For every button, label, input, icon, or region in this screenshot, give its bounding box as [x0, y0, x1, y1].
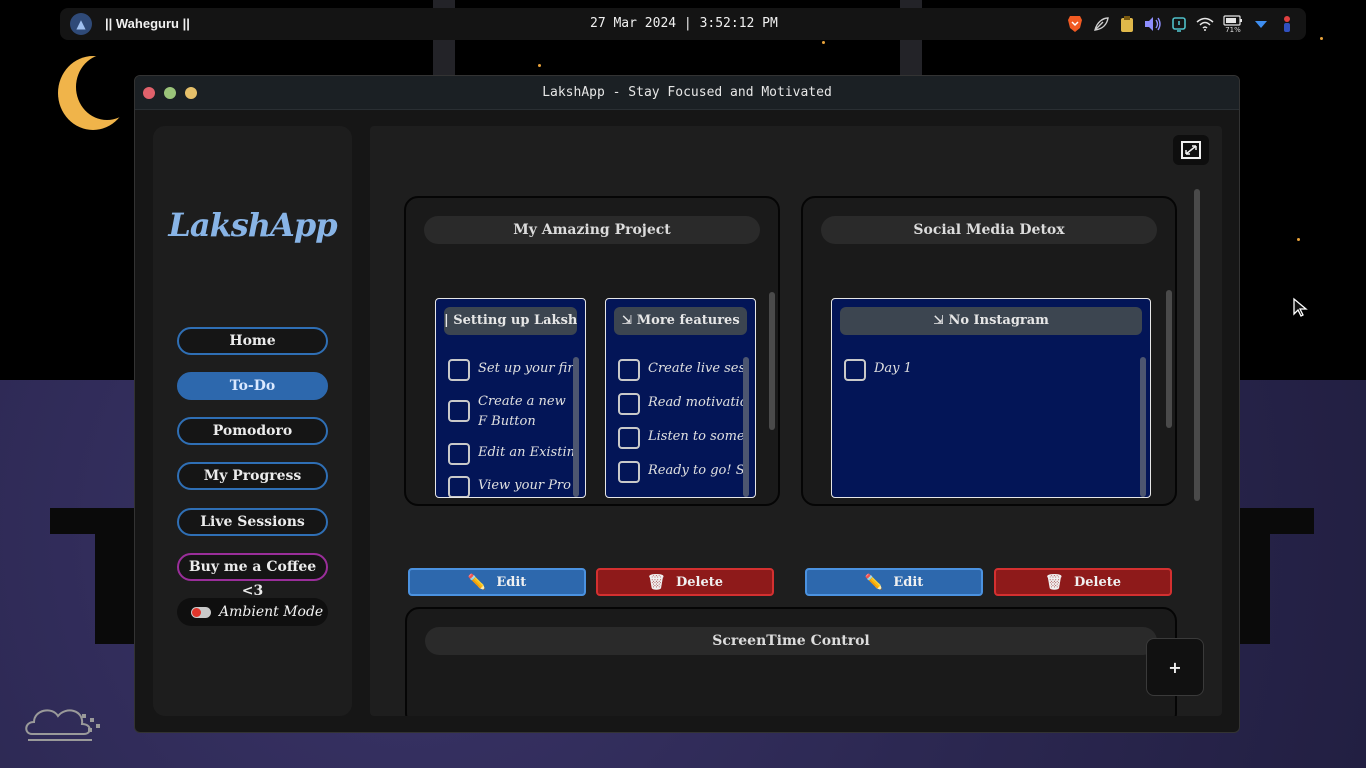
project-card: ScreenTime Control — [405, 607, 1177, 716]
wifi-icon[interactable] — [1196, 14, 1214, 34]
project-card: My Amazing Project | Setting up LakshAp … — [404, 196, 780, 506]
project-title: ScreenTime Control — [425, 627, 1157, 655]
delete-project-button[interactable]: 🗑 Delete — [596, 568, 774, 596]
battery-icon[interactable]: 71% — [1222, 14, 1244, 34]
nav-live-sessions-button[interactable]: Live Sessions — [177, 508, 328, 536]
fullscreen-button[interactable] — [1173, 135, 1209, 165]
volume-icon[interactable] — [1144, 14, 1162, 34]
pencil-icon: ✏️ — [864, 573, 884, 591]
star-dot — [1320, 37, 1323, 40]
system-tray: 71% — [1066, 13, 1296, 35]
project-card: Social Media Detox ⇲ No Instagram Day 1 — [801, 196, 1177, 506]
moon-icon — [76, 54, 138, 120]
project-title: My Amazing Project — [424, 216, 760, 244]
card-scrollbar[interactable] — [1166, 290, 1172, 428]
edit-project-button[interactable]: ✏️ Edit — [408, 568, 586, 596]
star-dot — [822, 41, 825, 44]
todo-list: ⇲ More features Create live sessi Read m… — [605, 298, 756, 498]
sidebar: LakshApp Home To-Do Pomodoro My Progress… — [153, 126, 352, 716]
checkbox[interactable] — [618, 393, 640, 415]
window-titlebar[interactable]: LakshApp - Stay Focused and Motivated — [135, 76, 1239, 110]
user-power-icon[interactable] — [1278, 14, 1296, 34]
ambient-mode-label: Ambient Mode — [219, 604, 324, 620]
list-item[interactable]: Read motivatio — [618, 393, 745, 415]
leaf-icon[interactable] — [1092, 14, 1110, 34]
list-item[interactable]: Edit an Existing — [448, 443, 575, 465]
trash-icon: 🗑 — [646, 573, 666, 591]
list-heading[interactable]: ⇲ No Instagram — [840, 307, 1142, 335]
checkbox[interactable] — [448, 400, 470, 422]
list-item[interactable]: View your Pro — [448, 476, 575, 497]
brave-browser-icon[interactable] — [1066, 14, 1084, 34]
star-dot — [538, 64, 541, 67]
toggle-switch-icon[interactable] — [191, 606, 211, 618]
todo-list: ⇲ No Instagram Day 1 — [831, 298, 1151, 498]
workspace-label[interactable]: || Waheguru || — [105, 16, 190, 31]
ambient-mode-toggle[interactable]: Ambient Mode — [177, 598, 328, 626]
fullscreen-icon — [1181, 141, 1201, 159]
checkbox[interactable] — [618, 359, 640, 381]
main-scrollbar[interactable] — [1194, 189, 1200, 501]
mouse-cursor-icon — [1293, 297, 1308, 317]
top-panel: ▲ || Waheguru || 27 Mar 2024 | 3:52:12 P… — [60, 8, 1306, 40]
list-item[interactable]: Day 1 — [844, 359, 1140, 381]
checkbox[interactable] — [618, 461, 640, 483]
list-heading[interactable]: ⇲ More features — [614, 307, 747, 335]
edit-project-button[interactable]: ✏️ Edit — [805, 568, 983, 596]
dropdown-arrow-icon[interactable] — [1252, 14, 1270, 34]
list-item[interactable]: Listen to some c — [618, 427, 745, 449]
nav-pomodoro-button[interactable]: Pomodoro — [177, 417, 328, 445]
star-dot — [1297, 238, 1300, 241]
nav-my-progress-button[interactable]: My Progress — [177, 462, 328, 490]
window-title: LakshApp - Stay Focused and Motivated — [542, 85, 832, 100]
list-scrollbar[interactable] — [1140, 357, 1146, 497]
app-launcher-icon[interactable]: ▲ — [70, 13, 92, 35]
nav-todo-button[interactable]: To-Do — [177, 372, 328, 400]
cloud-logo-icon — [25, 709, 100, 741]
clipboard-icon[interactable] — [1118, 14, 1136, 34]
list-item[interactable]: Create live sessi — [618, 359, 745, 381]
add-project-button[interactable]: + — [1146, 638, 1204, 696]
card-scrollbar[interactable] — [769, 292, 775, 430]
list-scrollbar[interactable] — [743, 357, 749, 497]
checkbox[interactable] — [844, 359, 866, 381]
todo-main-area: My Amazing Project | Setting up LakshAp … — [370, 126, 1222, 716]
app-logo: LakshApp — [168, 206, 337, 244]
nav-home-button[interactable]: Home — [177, 327, 328, 355]
list-item[interactable]: Set up your firs — [448, 359, 575, 381]
checkbox[interactable] — [448, 443, 470, 465]
wallpaper-desk-leg — [95, 534, 135, 644]
checkbox[interactable] — [448, 359, 470, 381]
clock[interactable]: 27 Mar 2024 | 3:52:12 PM — [590, 16, 840, 31]
pencil-icon: ✏️ — [467, 573, 487, 591]
trash-icon: 🗑 — [1044, 573, 1064, 591]
checkbox[interactable] — [448, 476, 470, 497]
buy-coffee-button[interactable]: Buy me a Coffee <3 — [177, 553, 328, 599]
list-item[interactable]: Ready to go! S — [618, 461, 745, 483]
project-title: Social Media Detox — [821, 216, 1157, 244]
network-app-icon[interactable] — [1170, 14, 1188, 34]
todo-list: | Setting up LakshAp Set up your firs Cr… — [435, 298, 586, 498]
checkbox[interactable] — [618, 427, 640, 449]
wallpaper-desk-leg — [1240, 534, 1270, 644]
list-item[interactable]: Create a new F Button — [448, 392, 575, 434]
list-scrollbar[interactable] — [573, 357, 579, 497]
app-window: LakshApp - Stay Focused and Motivated La… — [134, 75, 1240, 733]
battery-percent: 71% — [1225, 25, 1241, 34]
delete-project-button[interactable]: 🗑 Delete — [994, 568, 1172, 596]
list-heading[interactable]: | Setting up LakshAp — [444, 307, 577, 335]
